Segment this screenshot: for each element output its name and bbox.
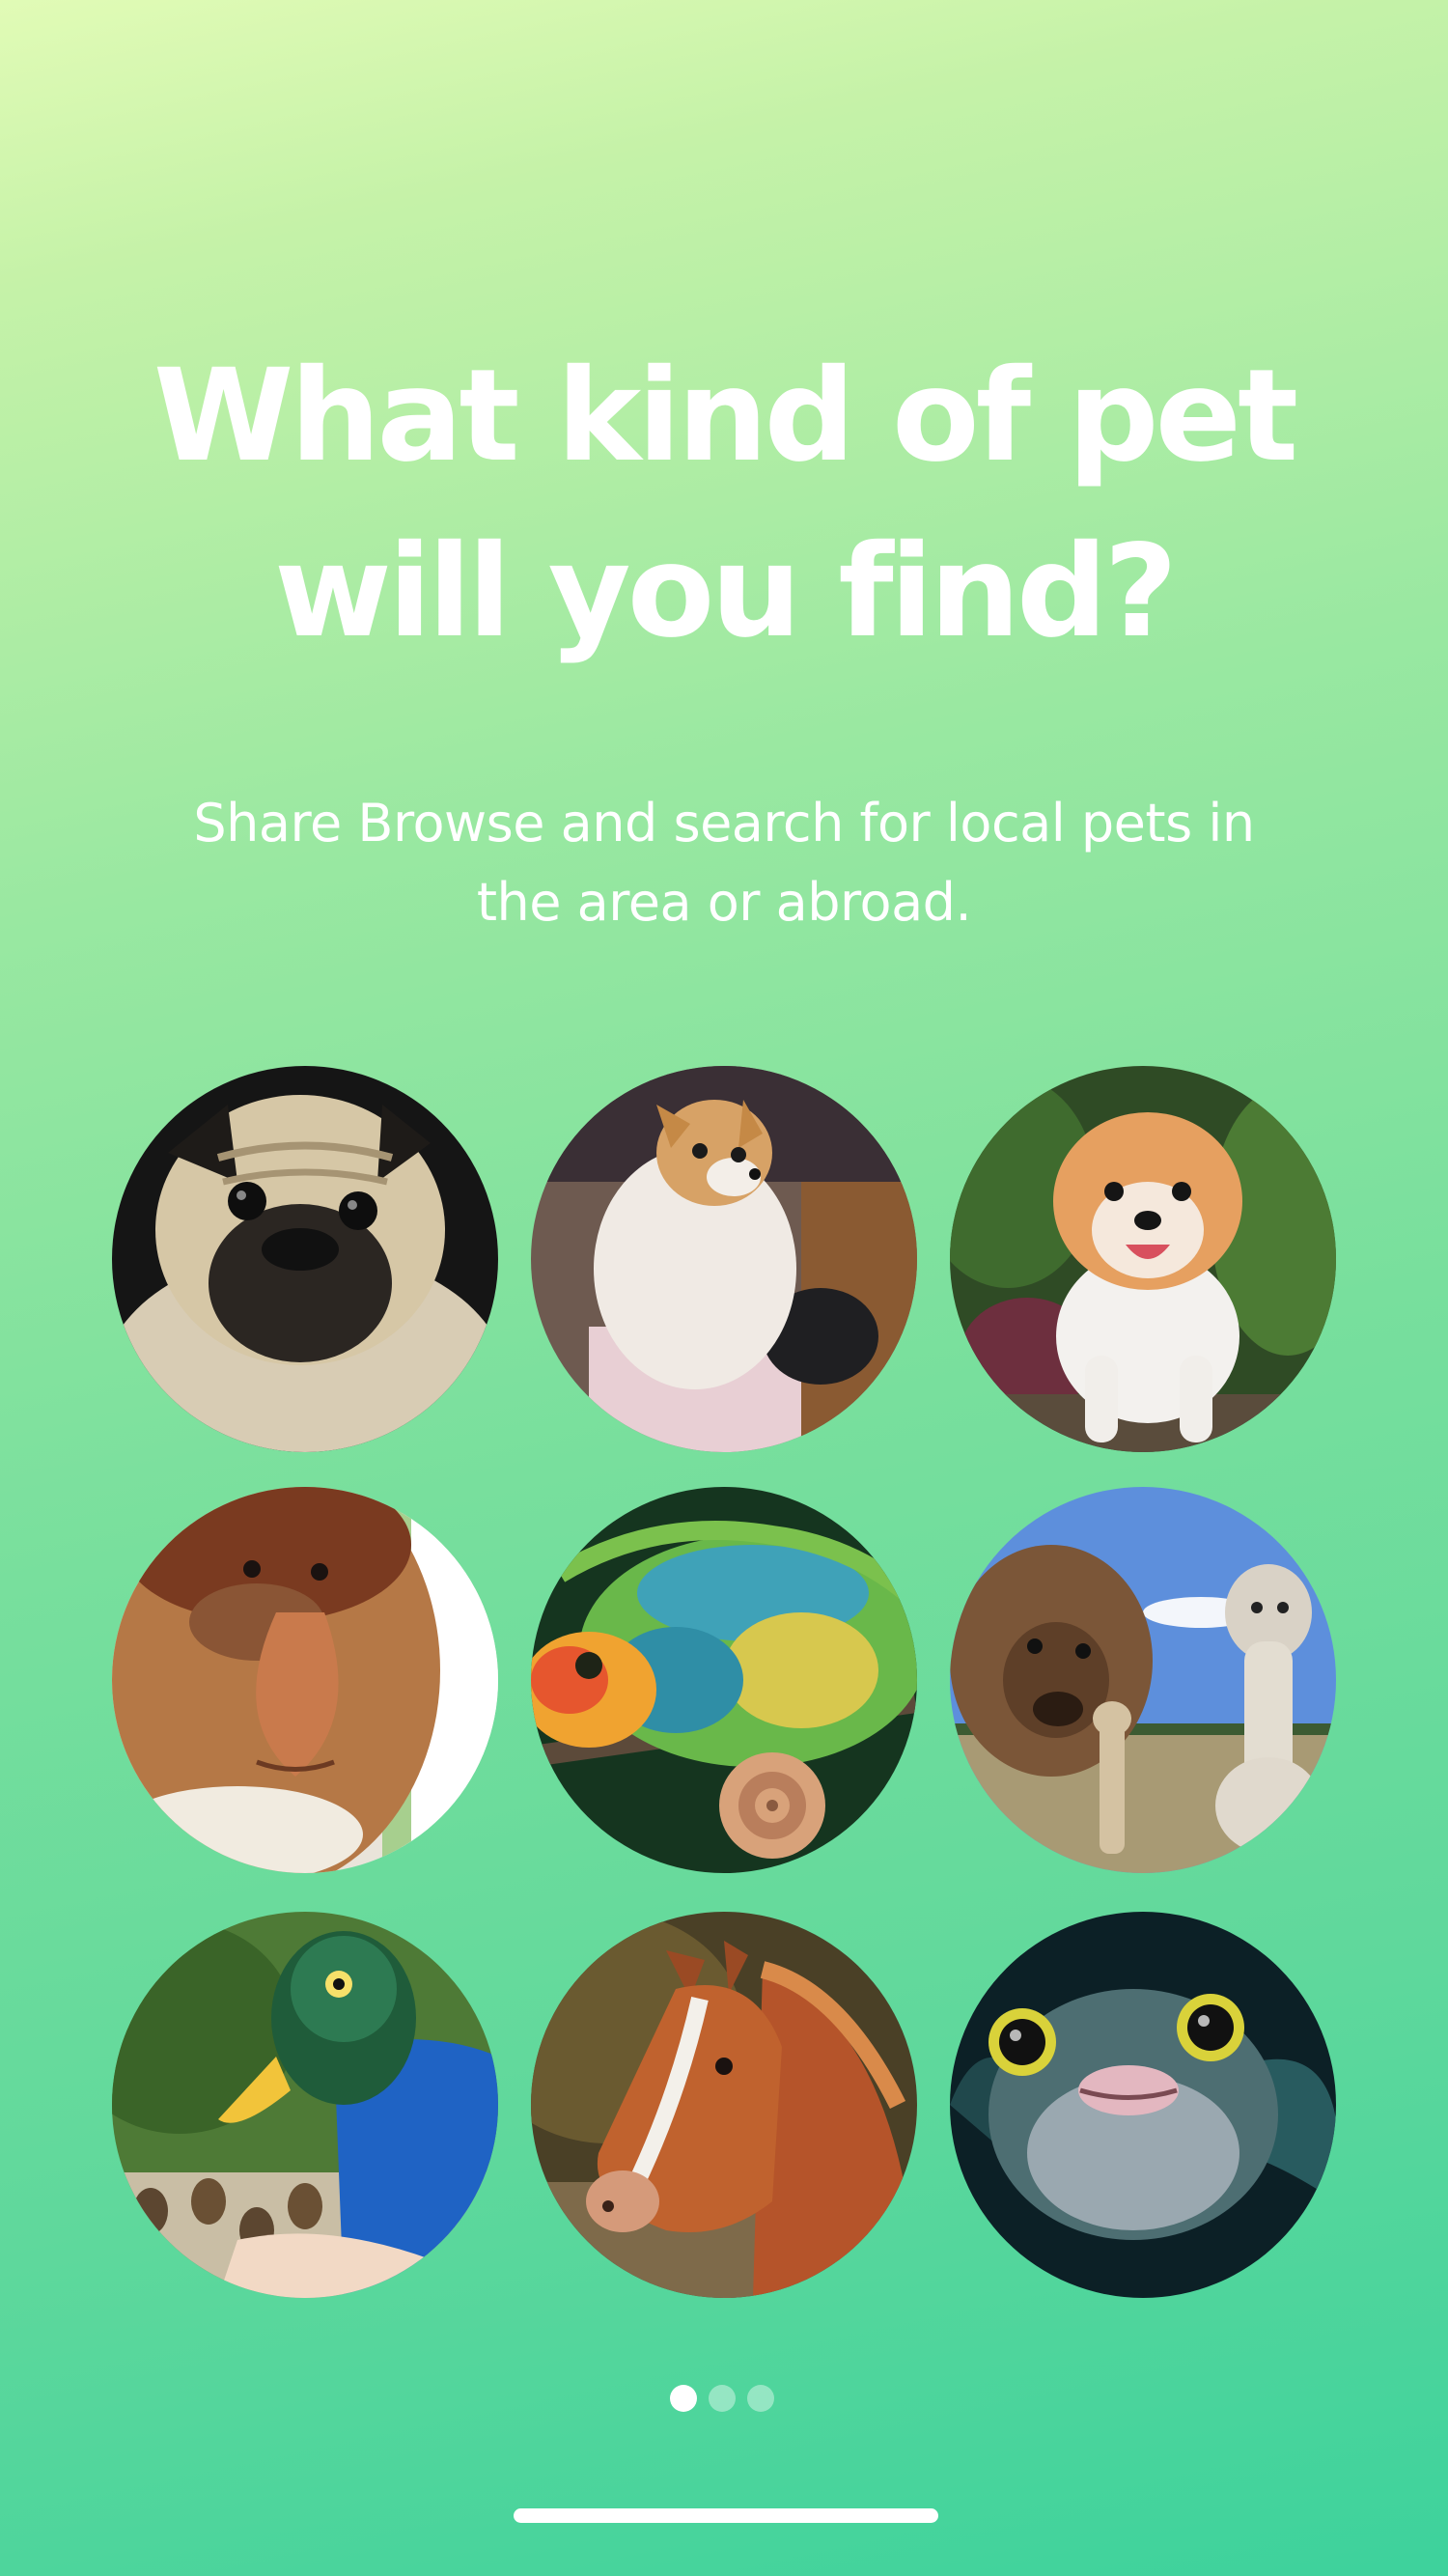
subtitle-line-2: the area or abroad. bbox=[476, 872, 972, 933]
page-dot-2[interactable] bbox=[709, 2385, 736, 2412]
page-dot-1[interactable] bbox=[670, 2385, 697, 2412]
headline-line-2: will you find? bbox=[273, 518, 1178, 666]
page-dot-3[interactable] bbox=[747, 2385, 774, 2412]
subtitle: Share Browse and search for local pets i… bbox=[183, 784, 1265, 942]
onboarding-screen: What kind of pet will you find? Share Br… bbox=[0, 0, 1448, 2576]
duck-mask-person-photo bbox=[112, 1912, 498, 2298]
subtitle-line-1: Share Browse and search for local pets i… bbox=[193, 793, 1255, 854]
horse-photo bbox=[531, 1912, 917, 2298]
headline: What kind of pet will you find? bbox=[116, 328, 1332, 680]
fluffy-puppy-photo bbox=[950, 1066, 1336, 1452]
page-indicator bbox=[670, 2385, 778, 2414]
proboscis-monkey-photo bbox=[112, 1487, 498, 1873]
home-indicator[interactable] bbox=[514, 2508, 938, 2523]
pomeranian-photo bbox=[531, 1066, 917, 1452]
chameleon-photo bbox=[531, 1487, 917, 1873]
alpaca-photo bbox=[950, 1487, 1336, 1873]
pet-photo-grid bbox=[112, 1066, 1336, 2298]
pug-photo bbox=[112, 1066, 498, 1452]
pufferfish-photo bbox=[950, 1912, 1336, 2298]
headline-line-1: What kind of pet bbox=[153, 342, 1298, 490]
